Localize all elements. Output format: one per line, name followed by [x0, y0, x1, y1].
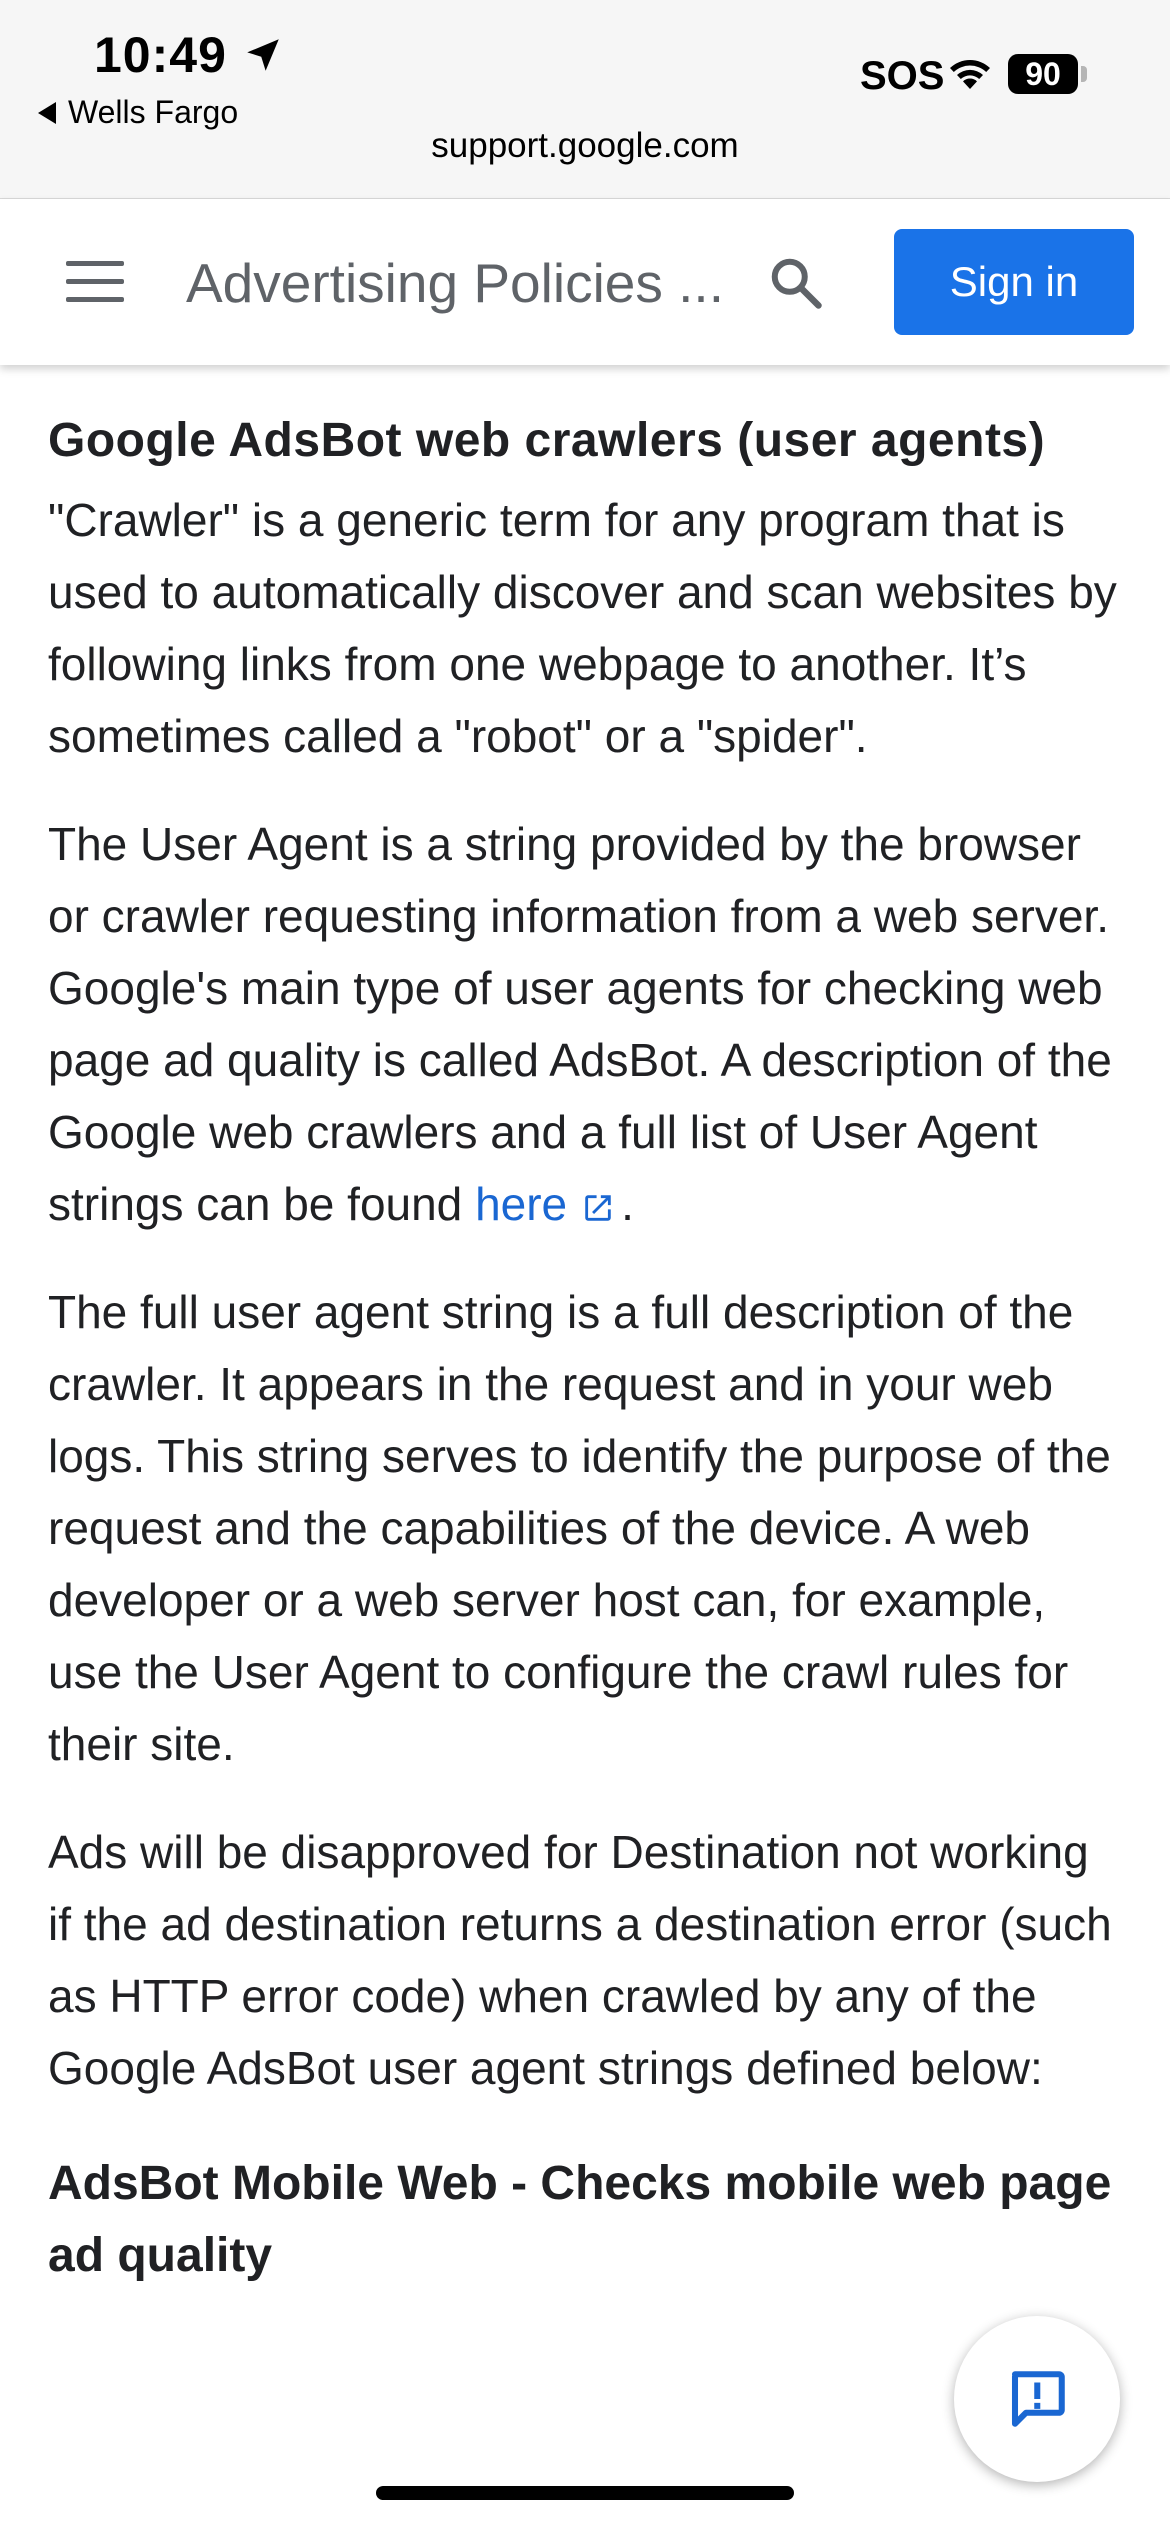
- article-content: Google AdsBot web crawlers (user agents)…: [48, 410, 1120, 2292]
- back-arrow-icon: [38, 101, 56, 124]
- subsection-heading: AdsBot Mobile Web - Checks mobile web pa…: [48, 2157, 1112, 2283]
- external-link-icon: [585, 1195, 611, 1221]
- sos-indicator: SOS: [860, 54, 945, 98]
- battery-tip: [1081, 66, 1087, 82]
- sign-in-button[interactable]: Sign in: [894, 229, 1134, 335]
- paragraph-user-agent: The User Agent is a string provided by t…: [48, 808, 1120, 1240]
- paragraph-text: The User Agent is a string provided by t…: [48, 818, 1112, 1231]
- status-time: 10:49: [94, 27, 227, 83]
- paragraph-full-user-agent: The full user agent string is a full des…: [48, 1286, 1111, 1771]
- search-icon[interactable]: [766, 253, 826, 313]
- hamburger-menu-icon[interactable]: [66, 261, 124, 302]
- app-header: Advertising Policies ... Sign in: [0, 199, 1170, 365]
- battery-level: 90: [1008, 54, 1078, 94]
- status-bar: 10:49 Wells Fargo SOS 90 support.google.…: [0, 0, 1170, 199]
- here-link[interactable]: here: [475, 1178, 621, 1230]
- page-title[interactable]: Advertising Policies ...: [186, 251, 724, 315]
- battery-indicator: 90: [1008, 54, 1088, 96]
- location-arrow-icon: [247, 39, 279, 71]
- paragraph-crawler-definition: "Crawler" is a generic term for any prog…: [48, 494, 1117, 763]
- paragraph-end: .: [621, 1178, 634, 1231]
- address-bar-url[interactable]: support.google.com: [0, 126, 1170, 166]
- paragraph-disapproval: Ads will be disapproved for Destination …: [48, 1826, 1112, 2095]
- section-heading: Google AdsBot web crawlers (user agents): [48, 414, 1046, 467]
- feedback-button[interactable]: [954, 2316, 1120, 2482]
- feedback-icon: [1011, 2371, 1065, 2427]
- home-indicator[interactable]: [376, 2486, 794, 2500]
- wifi-icon: [950, 60, 990, 89]
